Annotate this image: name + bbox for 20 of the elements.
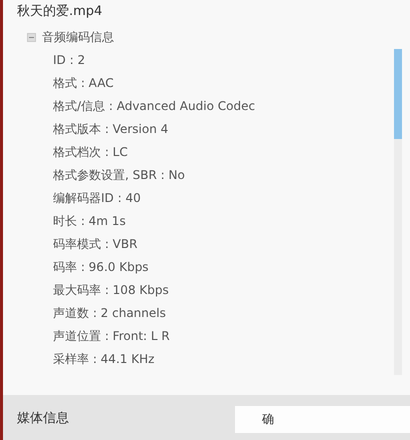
property-item: 格式/信息 : Advanced Audio Codec	[52, 98, 256, 115]
collapse-icon[interactable]	[27, 33, 36, 42]
property-item: 声道位置 : Front: L R	[52, 328, 171, 345]
property-item: 时长 : 4m 1s	[52, 213, 127, 230]
property-item: 声道数 : 2 channels	[52, 305, 167, 322]
property-item: 格式版本 : Version 4	[52, 121, 170, 138]
property-item: 采样率 : 44.1 KHz	[52, 351, 156, 368]
tree-node-label[interactable]: 音频编码信息	[42, 29, 114, 46]
property-item: 格式档次 : LC	[52, 144, 129, 161]
property-item: 码率模式 : VBR	[52, 236, 138, 253]
scrollbar[interactable]	[394, 49, 402, 375]
property-item: 格式参数设置, SBR : No	[52, 167, 186, 184]
footer-title: 媒体信息	[17, 410, 70, 426]
window-title: 秋天的爱.mp4	[16, 3, 104, 21]
property-item: ID : 2	[52, 52, 86, 69]
property-item: 码率 : 96.0 Kbps	[52, 259, 150, 276]
property-item: 格式 : AAC	[52, 75, 115, 92]
property-item: 编解码器ID : 40	[52, 190, 142, 207]
property-item: 最大码率 : 108 Kbps	[52, 282, 170, 299]
confirm-button[interactable]: 确	[235, 406, 410, 433]
